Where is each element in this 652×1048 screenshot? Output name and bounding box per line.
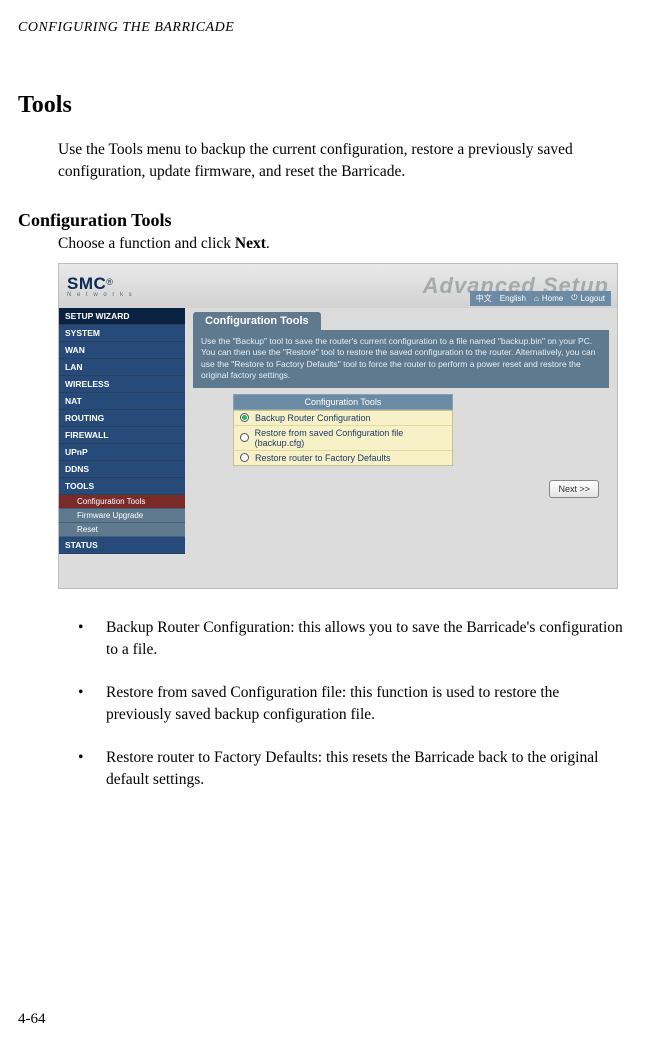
nav-ddns[interactable]: DDNS bbox=[59, 461, 185, 478]
running-header: CONFIGURING THE BARRICADE bbox=[18, 20, 634, 36]
nav-setup-wizard[interactable]: SETUP WIZARD bbox=[59, 308, 185, 325]
tools-table-header: Configuration Tools bbox=[233, 394, 453, 410]
bullet-backup: Backup Router Configuration: this allows… bbox=[78, 617, 624, 662]
option-restore-label: Restore from saved Configuration file (b… bbox=[255, 428, 446, 448]
option-backup-label: Backup Router Configuration bbox=[255, 413, 371, 423]
lang-english-link[interactable]: English bbox=[500, 294, 526, 303]
subnav-reset[interactable]: Reset bbox=[59, 523, 185, 537]
page-number: 4-64 bbox=[18, 1011, 46, 1028]
option-restore[interactable]: Restore from saved Configuration file (b… bbox=[234, 426, 452, 451]
nav-wireless[interactable]: WIRELESS bbox=[59, 376, 185, 393]
subnav-firmware-upgrade[interactable]: Firmware Upgrade bbox=[59, 509, 185, 523]
screenshot-header: SMC® N e t w o r k s Advanced Setup 中文 E… bbox=[59, 264, 617, 308]
sidebar-nav: SETUP WIZARD SYSTEM WAN LAN WIRELESS NAT… bbox=[59, 308, 185, 588]
section-title: Tools bbox=[18, 92, 634, 119]
nav-upnp[interactable]: UPnP bbox=[59, 444, 185, 461]
nav-routing[interactable]: ROUTING bbox=[59, 410, 185, 427]
sub-suffix: . bbox=[266, 235, 270, 252]
content-panel: Configuration Tools Use the "Backup" too… bbox=[185, 308, 617, 588]
smc-logo: SMC® N e t w o r k s bbox=[67, 274, 134, 298]
nav-lan[interactable]: LAN bbox=[59, 359, 185, 376]
nav-system[interactable]: SYSTEM bbox=[59, 325, 185, 342]
nav-nat[interactable]: NAT bbox=[59, 393, 185, 410]
bullet-factory: Restore router to Factory Defaults: this… bbox=[78, 747, 624, 792]
home-icon: ⌂ bbox=[534, 294, 539, 303]
lang-chinese-link[interactable]: 中文 bbox=[476, 293, 492, 304]
router-screenshot: SMC® N e t w o r k s Advanced Setup 中文 E… bbox=[58, 263, 618, 589]
panel-title: Configuration Tools bbox=[193, 312, 321, 330]
option-factory-label: Restore router to Factory Defaults bbox=[255, 453, 391, 463]
intro-paragraph: Use the Tools menu to backup the current… bbox=[58, 139, 624, 184]
option-factory-defaults[interactable]: Restore router to Factory Defaults bbox=[234, 451, 452, 465]
sub-prefix: Choose a function and click bbox=[58, 235, 235, 252]
feature-bullet-list: Backup Router Configuration: this allows… bbox=[78, 617, 624, 792]
option-backup[interactable]: Backup Router Configuration bbox=[234, 411, 452, 426]
panel-description: Use the "Backup" tool to save the router… bbox=[193, 330, 609, 388]
subsection-paragraph: Choose a function and click Next. bbox=[58, 235, 634, 253]
radio-icon[interactable] bbox=[240, 453, 249, 462]
nav-wan[interactable]: WAN bbox=[59, 342, 185, 359]
top-link-bar: 中文 English ⌂Home ⏻Logout bbox=[470, 291, 611, 306]
logout-link[interactable]: ⏻Logout bbox=[571, 293, 605, 303]
logo-reg-icon: ® bbox=[106, 277, 113, 287]
subnav-configuration-tools[interactable]: Configuration Tools bbox=[59, 495, 185, 509]
nav-status[interactable]: STATUS bbox=[59, 537, 185, 554]
logout-icon: ⏻ bbox=[571, 293, 577, 303]
radio-selected-icon[interactable] bbox=[240, 413, 249, 422]
bullet-restore: Restore from saved Configuration file: t… bbox=[78, 682, 624, 727]
next-button[interactable]: Next >> bbox=[549, 480, 599, 498]
home-link[interactable]: ⌂Home bbox=[534, 294, 563, 303]
next-bold: Next bbox=[235, 235, 266, 252]
subsection-title: Configuration Tools bbox=[18, 210, 634, 231]
logo-text: SMC bbox=[67, 274, 106, 293]
nav-tools[interactable]: TOOLS bbox=[59, 478, 185, 495]
tools-option-list: Backup Router Configuration Restore from… bbox=[233, 410, 453, 466]
nav-firewall[interactable]: FIREWALL bbox=[59, 427, 185, 444]
logo-subtext: N e t w o r k s bbox=[67, 292, 134, 298]
radio-icon[interactable] bbox=[240, 433, 249, 442]
